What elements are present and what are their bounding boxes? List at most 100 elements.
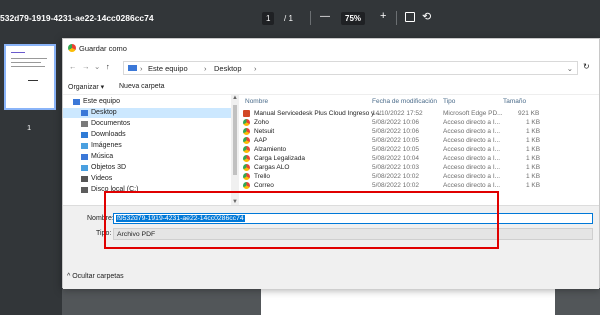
file-type: Acceso directo a I... (443, 137, 501, 144)
3d-objects-icon (81, 165, 88, 171)
file-size: 1 KB (526, 173, 541, 180)
rotate-icon[interactable]: ⟲ (422, 10, 431, 23)
page-thumbnail[interactable] (4, 44, 56, 110)
shortcut-icon (243, 155, 250, 162)
download-icon (81, 132, 88, 138)
shortcut-icon (243, 173, 250, 180)
file-row[interactable]: Trello 5/08/2022 10:02 Acceso directo a … (239, 172, 600, 181)
page-total: / 1 (284, 14, 293, 23)
thumbnail-logo (11, 52, 25, 53)
file-size: 1 KB (526, 182, 541, 189)
nav-item-desktop[interactable]: Desktop (63, 108, 231, 118)
file-row[interactable]: Manual Servicedesk Plus Cloud Ingreso y … (239, 109, 600, 118)
file-name: Cargas ALO (254, 164, 290, 171)
file-row[interactable]: Correo 5/08/2022 10:02 Acceso directo a … (239, 181, 600, 190)
file-type: Acceso directo a I... (443, 182, 501, 189)
file-date: 5/08/2022 10:05 (372, 146, 419, 153)
nav-item-documentos[interactable]: Documentos (63, 119, 231, 129)
file-size: 1 KB (526, 155, 541, 162)
nav-item-label: Desktop (91, 109, 117, 116)
nav-item-label: Imágenes (91, 142, 122, 149)
dialog-title: Guardar como (79, 44, 127, 53)
file-size: 1 KB (526, 146, 541, 153)
column-header-type[interactable]: Tipo (443, 98, 455, 105)
computer-icon (73, 99, 80, 105)
breadcrumb-desktop[interactable]: Desktop (214, 64, 242, 73)
column-header-size[interactable]: Tamaño (503, 98, 526, 105)
nav-item-musica[interactable]: Música (63, 152, 231, 162)
navigation-scrollbar[interactable]: ▲ ▼ (231, 95, 239, 205)
dialog-titlebar: Guardar como (63, 39, 599, 58)
file-date: 5/08/2022 10:02 (372, 173, 419, 180)
navigation-pane: Este equipo Desktop Documentos Downloads… (63, 95, 239, 205)
highlight-annotation (104, 191, 499, 249)
file-type: Acceso directo a I... (443, 155, 501, 162)
nav-item-objetos-3d[interactable]: Objetos 3D (63, 163, 231, 173)
toolbar-divider (310, 11, 311, 25)
scrollbar-thumb[interactable] (233, 105, 237, 175)
shortcut-icon (243, 146, 250, 153)
column-header-name[interactable]: Nombre (245, 98, 268, 105)
breadcrumb-este-equipo[interactable]: Este equipo (148, 64, 188, 73)
fit-page-icon[interactable] (405, 12, 415, 22)
file-row[interactable]: Zoho 5/08/2022 10:06 Acceso directo a I.… (239, 118, 600, 127)
organize-button[interactable]: Organizar ▾ (68, 83, 104, 91)
pictures-icon (81, 143, 88, 149)
file-row[interactable]: AAP 5/08/2022 10:05 Acceso directo a I..… (239, 136, 600, 145)
zoom-level-input[interactable]: 75% (341, 12, 366, 25)
save-as-dialog: Guardar como ← → ⌄ ↑ › Este equipo › Des… (62, 38, 600, 289)
folder-icon (128, 65, 137, 71)
shortcut-icon (243, 182, 250, 189)
nav-item-este-equipo[interactable]: Este equipo (63, 97, 231, 107)
thumbnail-line (11, 58, 47, 59)
file-type: Microsoft Edge PD... (443, 110, 503, 117)
file-name: Netsuit (254, 128, 275, 135)
forward-arrow-icon[interactable]: → (82, 62, 90, 71)
nav-item-imagenes[interactable]: Imágenes (63, 141, 231, 151)
file-row[interactable]: Netsuit 5/08/2022 10:06 Acceso directo a… (239, 127, 600, 136)
nav-item-label: Videos (91, 175, 113, 182)
file-size: 1 KB (526, 128, 541, 135)
shortcut-icon (243, 164, 250, 171)
desktop-icon (81, 110, 88, 116)
toolbar-divider (396, 11, 397, 25)
command-bar: Organizar ▾ Nueva carpeta (63, 79, 599, 95)
back-arrow-icon[interactable]: ← (69, 62, 77, 71)
nav-item-downloads[interactable]: Downloads (63, 130, 231, 140)
file-row[interactable]: Cargas ALO 5/08/2022 10:03 Acceso direct… (239, 163, 600, 172)
zoom-out-button[interactable]: — (320, 11, 330, 22)
address-bar[interactable]: › Este equipo › Desktop › ⌄ (123, 61, 578, 75)
hide-folders-button[interactable]: ^ Ocultar carpetas (67, 273, 124, 280)
screen: 532d79-1919-4231-ae22-14cc0286cc74 1 / 1… (0, 0, 600, 315)
file-name: Zoho (254, 119, 269, 126)
zoom-in-button[interactable]: + (380, 10, 386, 22)
thumbnail-sidebar: 1 (0, 38, 62, 315)
scroll-up-icon[interactable]: ▲ (232, 95, 238, 101)
refresh-icon[interactable]: ↻ (583, 62, 590, 71)
file-type: Acceso directo a I... (443, 164, 501, 171)
file-date: 14/10/2022 17:52 (372, 110, 423, 117)
nav-item-label: Downloads (91, 131, 126, 138)
file-name: Manual Servicedesk Plus Cloud Ingreso y … (254, 110, 382, 117)
new-folder-button[interactable]: Nueva carpeta (119, 83, 165, 90)
file-row[interactable]: Carga Legalizada 5/08/2022 10:04 Acceso … (239, 154, 600, 163)
address-dropdown-icon[interactable]: ⌄ (567, 64, 573, 73)
column-header-date[interactable]: Fecha de modificación (372, 98, 437, 105)
recent-dropdown-icon[interactable]: ⌄ (94, 62, 100, 71)
up-arrow-icon[interactable]: ↑ (106, 62, 110, 71)
nav-item-label: Documentos (91, 120, 131, 127)
thumbnail-line (11, 66, 45, 67)
breadcrumb-separator: › (204, 64, 207, 73)
file-list: Nombre Fecha de modificación Tipo Tamaño… (239, 95, 600, 205)
shortcut-icon (243, 137, 250, 144)
navigation-bar: ← → ⌄ ↑ › Este equipo › Desktop › ⌄ ↻ (63, 58, 599, 78)
page-number-input[interactable]: 1 (262, 12, 275, 25)
file-type: Acceso directo a I... (443, 173, 501, 180)
file-row[interactable]: Alzamiento 5/08/2022 10:05 Acceso direct… (239, 145, 600, 154)
file-list-header: Nombre Fecha de modificación Tipo Tamaño (239, 95, 600, 108)
thumbnail-page-number: 1 (27, 123, 32, 132)
breadcrumb-separator: › (254, 64, 257, 73)
file-type: Acceso directo a I... (443, 119, 501, 126)
nav-item-videos[interactable]: Videos (63, 174, 231, 184)
documents-icon (81, 121, 88, 127)
